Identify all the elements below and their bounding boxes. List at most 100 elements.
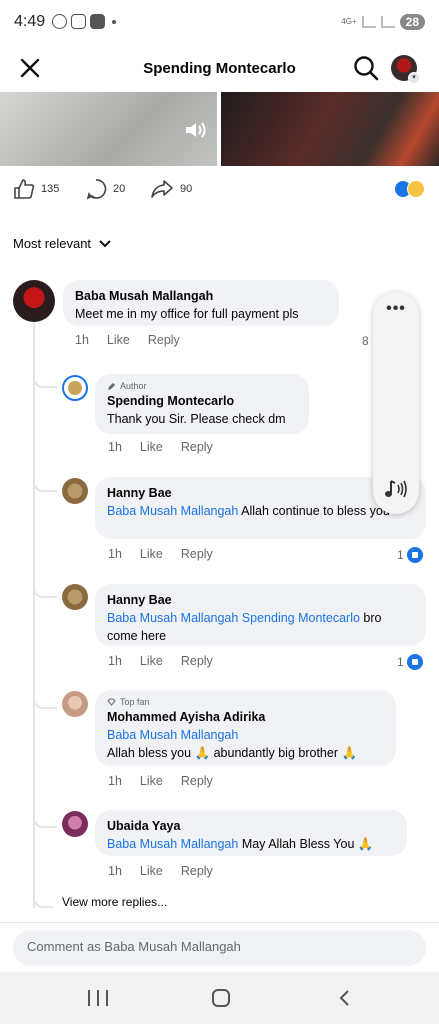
- profile-avatar-button[interactable]: ▾: [391, 55, 420, 84]
- sort-label: Most relevant: [13, 236, 92, 251]
- comment-text: May Allah Bless You 🙏: [238, 837, 374, 851]
- home-icon[interactable]: [212, 989, 230, 1007]
- diamond-icon: [107, 698, 116, 706]
- app-header: Spending Montecarlo ▾: [0, 46, 439, 92]
- reply-connector: [33, 808, 57, 828]
- comment-bubble: Top fan Mohammed Ayisha Adirika Baba Mus…: [95, 690, 396, 766]
- reply-button[interactable]: Reply: [181, 654, 213, 668]
- reply-button[interactable]: Reply: [181, 774, 213, 788]
- divider: [0, 922, 439, 923]
- avatar[interactable]: [13, 280, 55, 322]
- status-notification-icons: [52, 14, 116, 29]
- comment-actions: 1h Like Reply: [108, 440, 213, 454]
- comment-actions: 1h Like Reply: [108, 547, 213, 561]
- share-action[interactable]: 90: [150, 178, 192, 200]
- comment-bubble: Hanny Bae Baba Musah Mallangah Spending …: [95, 584, 426, 646]
- mention-link[interactable]: Baba Musah Mallangah: [107, 837, 238, 851]
- back-icon[interactable]: [336, 989, 354, 1007]
- reply-connector: [33, 472, 57, 492]
- commenter-name[interactable]: Spending Montecarlo: [107, 392, 297, 410]
- comment-actions: 1h Like Reply: [108, 864, 213, 878]
- volume-icon[interactable]: [184, 120, 208, 140]
- avatar[interactable]: [62, 478, 88, 504]
- chevron-down-icon: ▾: [408, 72, 420, 84]
- comment-sort-dropdown[interactable]: Most relevant: [13, 236, 111, 251]
- mention-link[interactable]: Baba Musah Mallangah Spending Montecarlo: [107, 611, 360, 625]
- comment-time: 1h: [75, 333, 89, 347]
- mention-link[interactable]: Baba Musah Mallangah: [107, 504, 238, 518]
- comment-time: 1h: [108, 440, 122, 454]
- comment-time: 1h: [108, 654, 122, 668]
- more-options-icon[interactable]: •••: [373, 300, 419, 318]
- reply-connector: [33, 578, 57, 598]
- commenter-name[interactable]: Mohammed Ayisha Adirika: [107, 708, 384, 726]
- like-action[interactable]: 135: [13, 178, 59, 200]
- reactions-bar: 135 20 90: [0, 178, 439, 202]
- like-button[interactable]: Like: [140, 440, 163, 454]
- reply-connector: [33, 368, 57, 388]
- comment-reaction-count[interactable]: 8: [362, 334, 369, 348]
- search-icon[interactable]: [353, 55, 379, 81]
- comment-count: 20: [113, 183, 126, 195]
- like-button[interactable]: Like: [140, 654, 163, 668]
- comment-text: Allah continue to bless you: [238, 504, 390, 518]
- commenter-name[interactable]: Hanny Bae: [107, 591, 414, 609]
- comment-reaction-count[interactable]: 1: [397, 654, 423, 670]
- view-more-replies-link[interactable]: View more replies...: [62, 895, 167, 909]
- network-type: 4G+: [341, 17, 357, 26]
- top-fan-badge: Top fan: [107, 697, 384, 707]
- author-badge: Author: [107, 381, 297, 391]
- more-notifications-dot: [112, 20, 116, 24]
- reply-button[interactable]: Reply: [181, 440, 213, 454]
- like-count: 135: [41, 183, 60, 195]
- like-button[interactable]: Like: [140, 547, 163, 561]
- comment-input[interactable]: Comment as Baba Musah Mallangah: [13, 930, 426, 966]
- pencil-icon: [108, 382, 115, 390]
- like-button[interactable]: Like: [107, 333, 130, 347]
- avatar-image: [68, 381, 82, 395]
- status-bar: 4:49 4G+ 28: [0, 0, 439, 46]
- comment-actions: 1h Like Reply: [108, 774, 213, 788]
- reaction-count: 1: [397, 548, 404, 562]
- comment-time: 1h: [108, 774, 122, 788]
- recents-icon[interactable]: [88, 990, 108, 1006]
- like-button[interactable]: Like: [140, 864, 163, 878]
- reaction-count: 1: [397, 655, 404, 669]
- avatar[interactable]: [62, 375, 88, 401]
- whatsapp-icon: [52, 14, 67, 29]
- avatar[interactable]: [62, 811, 88, 837]
- music-note-icon[interactable]: [383, 478, 409, 500]
- signal-icon: [361, 16, 376, 28]
- comment-bubble: Author Spending Montecarlo Thank you Sir…: [95, 374, 309, 434]
- like-button[interactable]: Like: [140, 774, 163, 788]
- badge-label: Top fan: [120, 697, 150, 707]
- comment-action[interactable]: 20: [85, 178, 125, 200]
- reply-button[interactable]: Reply: [181, 547, 213, 561]
- commenter-name[interactable]: Baba Musah Mallangah: [75, 287, 327, 305]
- mention-link[interactable]: Baba Musah Mallangah: [107, 726, 384, 744]
- commenter-name[interactable]: Hanny Bae: [107, 484, 414, 502]
- video-thumbnail-right[interactable]: [221, 92, 439, 166]
- battery-level: 28: [399, 14, 425, 30]
- avatar[interactable]: [62, 584, 88, 610]
- comment-actions: 1h Like Reply: [108, 654, 213, 668]
- reply-connector: [33, 689, 57, 709]
- comment-time: 1h: [108, 547, 122, 561]
- comment-actions: 1h Like Reply: [75, 333, 180, 347]
- reply-button[interactable]: Reply: [148, 333, 180, 347]
- reaction-summary[interactable]: [394, 180, 425, 198]
- share-count: 90: [180, 183, 193, 195]
- badge-label: Author: [120, 381, 147, 391]
- comment-icon: [86, 179, 107, 200]
- comment-bubble: Ubaida Yaya Baba Musah Mallangah May All…: [95, 810, 407, 856]
- comment-reaction-count[interactable]: 1: [397, 547, 423, 563]
- app-notification-icon: [90, 14, 105, 29]
- reply-button[interactable]: Reply: [181, 864, 213, 878]
- comment-text: Allah bless you 🙏 abundantly big brother…: [107, 746, 358, 760]
- commenter-name[interactable]: Ubaida Yaya: [107, 817, 395, 835]
- avatar[interactable]: [62, 691, 88, 717]
- like-icon: [14, 179, 35, 199]
- floating-media-control[interactable]: •••: [373, 292, 419, 514]
- comment-text: Thank you Sir. Please check dm: [107, 412, 286, 426]
- like-reaction-icon: [406, 547, 423, 563]
